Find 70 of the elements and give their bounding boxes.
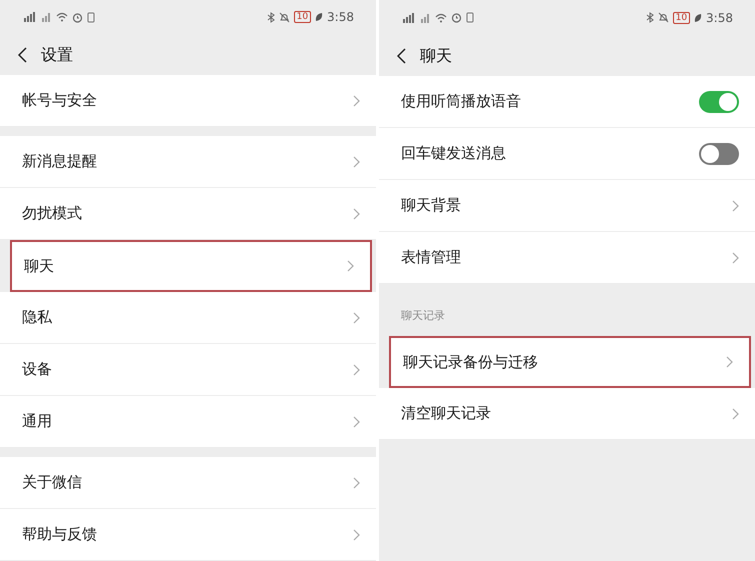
chevron-right-icon bbox=[347, 260, 354, 272]
chevron-right-icon bbox=[353, 156, 360, 168]
chevron-right-icon bbox=[732, 252, 739, 264]
settings-row[interactable]: 设备 bbox=[0, 344, 376, 396]
sim-icon bbox=[87, 12, 95, 23]
row-label: 新消息提醒 bbox=[22, 151, 97, 172]
row-label: 通用 bbox=[22, 411, 52, 432]
chevron-right-icon bbox=[353, 528, 360, 540]
page-title: 聊天 bbox=[420, 44, 452, 66]
row-label: 帐号与安全 bbox=[22, 90, 97, 112]
chevron-right-icon bbox=[353, 476, 360, 488]
row-label: 关于微信 bbox=[22, 472, 82, 494]
bluetooth-icon bbox=[266, 12, 275, 23]
clock-time: 3:58 bbox=[706, 10, 733, 26]
toggle-switch[interactable] bbox=[699, 90, 739, 112]
settings-row[interactable]: 聊天背景 bbox=[379, 180, 755, 232]
row-label: 清空聊天记录 bbox=[401, 403, 491, 424]
settings-row[interactable]: 新消息提醒 bbox=[0, 136, 376, 188]
alarm-icon bbox=[451, 12, 462, 23]
row-label: 聊天 bbox=[24, 256, 54, 277]
back-icon[interactable] bbox=[397, 48, 406, 64]
battery-level: 10 bbox=[672, 12, 690, 24]
settings-row[interactable]: 通用 bbox=[0, 396, 376, 448]
row-label: 设备 bbox=[22, 359, 52, 380]
settings-row[interactable]: 隐私 bbox=[0, 292, 376, 344]
row-label: 勿扰模式 bbox=[22, 203, 82, 224]
row-label: 聊天记录备份与迁移 bbox=[403, 352, 538, 373]
wifi-icon bbox=[435, 12, 447, 22]
chevron-right-icon bbox=[353, 364, 360, 376]
settings-row[interactable]: 回车键发送消息 bbox=[379, 128, 755, 180]
chevron-right-icon bbox=[726, 356, 733, 368]
row-label: 隐私 bbox=[22, 307, 52, 328]
bluetooth-icon bbox=[646, 12, 654, 23]
chevron-right-icon bbox=[353, 416, 360, 428]
row-label: 使用听筒播放语音 bbox=[401, 91, 521, 112]
settings-row[interactable]: 关于微信 bbox=[0, 457, 376, 509]
settings-row[interactable]: 使用听筒播放语音 bbox=[379, 76, 755, 128]
section-header: 聊天记录 bbox=[401, 308, 445, 324]
chevron-right-icon bbox=[353, 312, 360, 324]
chevron-right-icon bbox=[732, 200, 739, 212]
leaf-icon bbox=[315, 12, 324, 22]
battery-level: 10 bbox=[294, 11, 312, 24]
settings-row[interactable]: 勿扰模式 bbox=[0, 188, 376, 240]
settings-row[interactable]: 表情管理 bbox=[379, 232, 755, 284]
settings-row[interactable]: 帮助与反馈 bbox=[0, 509, 376, 561]
row-label: 表情管理 bbox=[401, 247, 461, 268]
settings-row[interactable]: 帐号与安全 bbox=[0, 75, 376, 127]
wifi-icon bbox=[56, 12, 68, 22]
chevron-right-icon bbox=[353, 94, 360, 106]
back-icon[interactable] bbox=[18, 46, 27, 63]
chevron-right-icon bbox=[353, 208, 360, 220]
sim-icon bbox=[466, 12, 474, 23]
row-label: 回车键发送消息 bbox=[401, 143, 506, 164]
clock-time: 3:58 bbox=[327, 9, 354, 26]
leaf-icon bbox=[694, 12, 702, 22]
alarm-icon bbox=[72, 12, 83, 23]
settings-row[interactable]: 聊天 bbox=[10, 240, 372, 292]
mute-bell-icon bbox=[658, 12, 669, 23]
signal-icon bbox=[401, 12, 415, 22]
row-label: 帮助与反馈 bbox=[22, 524, 97, 546]
mute-bell-icon bbox=[278, 12, 290, 23]
signal-icon bbox=[22, 12, 36, 22]
row-label: 聊天背景 bbox=[401, 195, 461, 216]
toggle-switch[interactable] bbox=[699, 142, 739, 164]
settings-row[interactable]: 聊天记录备份与迁移 bbox=[389, 336, 751, 388]
signal-icon bbox=[40, 12, 52, 22]
settings-row[interactable]: 清空聊天记录 bbox=[379, 388, 755, 440]
chevron-right-icon bbox=[732, 408, 739, 420]
page-title: 设置 bbox=[41, 44, 73, 66]
signal-icon bbox=[419, 12, 431, 22]
